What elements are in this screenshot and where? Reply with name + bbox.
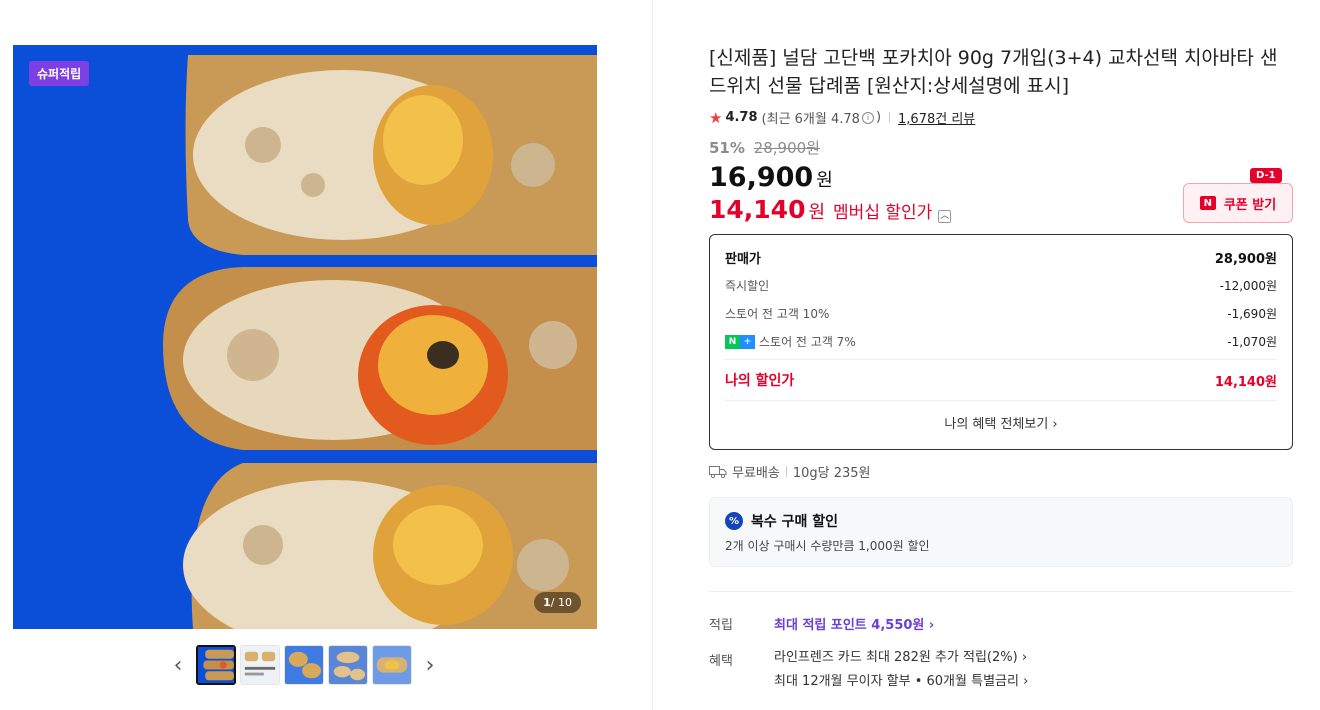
benefit-row: 혜택 라인프렌즈 카드 최대 282원 추가 적립(2%) › 최대 12개월 … [709, 650, 1293, 698]
product-info: [신제품] 널담 고단백 포카치아 90g 7개입(3+4) 교차선택 치아바타… [709, 44, 1293, 698]
price-amount: -12,000원 [1219, 278, 1277, 293]
percent-icon: % [725, 512, 743, 530]
image-counter-total: / 10 [550, 596, 572, 609]
chevron-up-icon[interactable]: ︿ [938, 210, 952, 223]
price-amount: 28,900원 [1214, 251, 1277, 267]
my-discount-price-row: 나의 할인가 14,140원 [725, 359, 1277, 401]
focaccia-illustration [13, 45, 597, 629]
naver-plus-icon: N + [725, 335, 755, 349]
price-label: N + 스토어 전 고객 7% [725, 333, 856, 350]
rating-row: ★ 4.78 (최근 6개월 4.78 i ) 1,678건 리뷰 [709, 108, 1293, 128]
sale-price: 16,900 [709, 162, 814, 193]
member-price-unit: 원 [808, 202, 826, 223]
super-points-badge: 슈퍼적립 [29, 61, 90, 86]
benefits-section: 적립 최대 적립 포인트 4,550원 › 혜택 라인프렌즈 카드 최대 282… [709, 614, 1293, 698]
thumb-next-arrow-icon[interactable]: › [416, 643, 444, 687]
price-row-list: 판매가 28,900원 [725, 243, 1277, 271]
coupon-dday-badge: D-1 [1250, 168, 1282, 183]
benefit-values: 라인프렌즈 카드 최대 282원 추가 적립(2%) › 최대 12개월 무이자… [774, 650, 1028, 698]
member-price-label: 멤버십 할인가 [833, 203, 933, 223]
member-price: 14,140 [709, 195, 806, 224]
price-label: 즉시할인 [725, 278, 770, 293]
separator [889, 112, 891, 123]
my-discount-label: 나의 할인가 [725, 373, 795, 389]
thumbnail-1[interactable] [196, 645, 236, 685]
main-product-image[interactable]: 슈퍼적립 1/ 10 [13, 45, 597, 629]
installment-benefit-link[interactable]: 최대 12개월 무이자 할부 • 60개월 특별금리 › [774, 674, 1028, 698]
thumbnail-3[interactable] [284, 645, 324, 685]
shipping-label: 무료배송 [732, 466, 780, 481]
discount-percent: 51% [709, 139, 745, 157]
coupon-button[interactable]: D-1 N 쿠폰 받기 [1183, 168, 1293, 223]
shipping-row: 무료배송 10g당 235원 [709, 462, 1293, 481]
multi-purchase-discount-box: % 복수 구매 할인 2개 이상 구매시 수량만큼 1,000원 할인 [709, 497, 1293, 567]
truck-icon [709, 465, 727, 478]
image-counter: 1/ 10 [534, 592, 581, 613]
original-price: 28,900원 [753, 139, 820, 157]
rating-recent-close: ) [875, 110, 882, 125]
multi-purchase-desc: 2개 이상 구매시 수량만큼 1,000원 할인 [725, 539, 930, 553]
thumbnail-strip: ‹ › [164, 643, 444, 687]
section-divider [709, 591, 1293, 592]
price-label: 판매가 [725, 251, 761, 267]
discount-row: 51% 28,900원 [709, 137, 1293, 158]
price-amount: -1,070원 [1227, 334, 1277, 349]
vertical-divider [652, 0, 653, 710]
points-row: 적립 최대 적립 포인트 4,550원 › [709, 614, 1293, 650]
rating-recent: (최근 6개월 4.78 [761, 112, 860, 127]
price-breakdown-box: 판매가 28,900원 즉시할인 -12,000원 스토어 전 고객 10% -… [709, 234, 1293, 450]
thumbnail-5[interactable] [372, 645, 412, 685]
review-count-link[interactable]: 1,678건 리뷰 [898, 108, 975, 127]
product-title: [신제품] 널담 고단백 포카치아 90g 7개입(3+4) 교차선택 치아바타… [709, 47, 1278, 97]
card-benefit-link[interactable]: 라인프렌즈 카드 최대 282원 추가 적립(2%) › [774, 650, 1028, 674]
points-label: 적립 [709, 618, 733, 633]
image-counter-current: 1 [543, 596, 551, 609]
info-icon[interactable]: i [861, 111, 874, 124]
sale-price-unit: 원 [816, 170, 833, 191]
max-points-link[interactable]: 최대 적립 포인트 4,550원 › [774, 614, 934, 650]
view-all-benefits-link[interactable]: 나의 혜택 전체보기 › [725, 401, 1277, 449]
thumb-prev-arrow-icon[interactable]: ‹ [164, 643, 192, 687]
coupon-label: 쿠폰 받기 [1223, 197, 1277, 213]
separator [785, 466, 787, 477]
thumbnail-2[interactable] [240, 645, 280, 685]
benefit-label: 혜택 [709, 654, 733, 669]
multi-purchase-title: 복수 구매 할인 [751, 514, 839, 530]
star-icon: ★ [709, 108, 723, 127]
naver-n-icon: N [1199, 196, 1216, 210]
price-row-store-10: 스토어 전 고객 10% -1,690원 [725, 299, 1277, 327]
price-row-instant-discount: 즉시할인 -12,000원 [725, 271, 1277, 299]
price-label: 스토어 전 고객 10% [725, 306, 830, 321]
price-row-store-7: N + 스토어 전 고객 7% -1,070원 [725, 327, 1277, 355]
price-amount: -1,690원 [1227, 306, 1277, 321]
thumbnail-4[interactable] [328, 645, 368, 685]
rating-value: 4.78 [725, 110, 758, 125]
multi-purchase-title-row: % 복수 구매 할인 [725, 511, 1277, 531]
unit-price: 10g당 235원 [792, 466, 871, 481]
my-discount-amount: 14,140원 [1214, 374, 1277, 390]
